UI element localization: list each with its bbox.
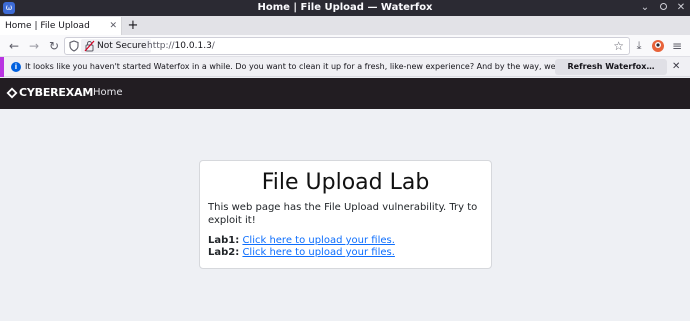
window-title: Home | File Upload — Waterfox (257, 2, 433, 13)
tracking-shield-icon[interactable] (68, 40, 80, 52)
url-prefix: http:// (147, 41, 175, 51)
info-icon: i (11, 62, 21, 72)
url-host: 10.0.1.3 (174, 41, 212, 51)
refresh-waterfox-button[interactable]: Refresh Waterfox… (555, 59, 667, 75)
url-suffix: / (211, 41, 215, 51)
notification-bar: i It looks like you haven't started Wate… (0, 57, 690, 77)
insecure-lock-icon (84, 40, 95, 52)
url-bar[interactable]: Not Secure http://10.0.1.3/ ☆ (64, 37, 630, 55)
window-titlebar: ω Home | File Upload — Waterfox ⌄ ✕ (0, 0, 690, 16)
lab2-upload-link[interactable]: Click here to upload your files. (242, 247, 394, 258)
browser-navbar: ← → ↻ Not Secure http://10.0.1.3/ ☆ ⤓ ≡ (0, 35, 690, 57)
hamburger-menu-icon[interactable]: ≡ (669, 38, 685, 54)
tab-strip: Home | File Upload ✕ + (0, 16, 690, 35)
notification-accent (0, 57, 4, 77)
lab1-upload-link[interactable]: Click here to upload your files. (242, 235, 394, 246)
page-title: File Upload Lab (261, 170, 430, 195)
lab2-label: Lab2: (208, 247, 240, 258)
not-secure-label: Not Secure (97, 41, 147, 51)
lab1-row: Lab1: Click here to upload your files. (208, 235, 395, 247)
tab-label: Home | File Upload (5, 21, 90, 31)
lab1-label: Lab1: (208, 235, 240, 246)
back-arrow-icon[interactable]: ← (6, 38, 22, 54)
minimize-icon[interactable]: ⌄ (639, 2, 651, 14)
reload-icon[interactable]: ↻ (46, 38, 62, 54)
account-icon[interactable] (650, 38, 666, 54)
nav-home-link[interactable]: Home (93, 86, 123, 100)
bookmark-star-icon[interactable]: ☆ (613, 38, 624, 54)
tab-close-icon[interactable]: ✕ (109, 17, 117, 35)
maximize-icon[interactable] (657, 2, 669, 14)
forward-arrow-icon[interactable]: → (26, 38, 42, 54)
notification-message: It looks like you haven't started Waterf… (25, 62, 605, 71)
new-tab-icon[interactable]: + (126, 17, 140, 35)
cyberexam-logo-icon (6, 87, 18, 99)
tab-home-file-upload[interactable]: Home | File Upload ✕ (0, 17, 122, 35)
close-window-icon[interactable]: ✕ (675, 2, 687, 14)
file-upload-card: File Upload Lab This web page has the Fi… (199, 160, 492, 269)
page-description: This web page has the File Upload vulner… (208, 202, 478, 226)
notification-close-icon[interactable]: ✕ (672, 57, 680, 77)
site-navbar: CYBEREXAM Home (0, 78, 690, 109)
url-text[interactable]: http://10.0.1.3/ (147, 38, 215, 54)
lab2-row: Lab2: Click here to upload your files. (208, 247, 395, 259)
brand-name: CYBEREXAM (19, 86, 94, 99)
not-secure-indicator[interactable]: Not Secure (81, 39, 151, 53)
download-icon[interactable]: ⤓ (631, 38, 647, 54)
